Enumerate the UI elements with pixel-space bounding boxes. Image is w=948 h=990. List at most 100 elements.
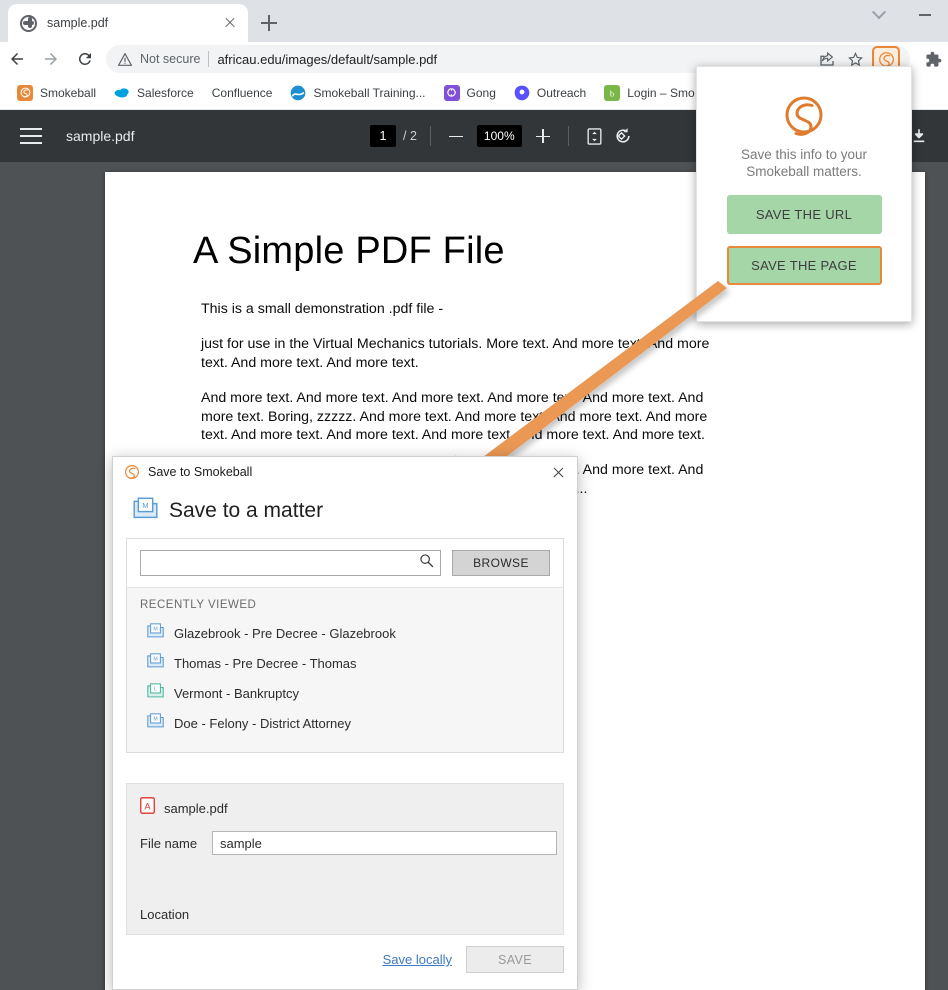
chevron-down-icon[interactable] — [856, 0, 902, 30]
bookmark-label: Confluence — [212, 86, 273, 100]
bookmark-label: Salesforce — [137, 86, 194, 100]
total-pages: 2 — [410, 129, 417, 143]
divider — [430, 126, 431, 146]
bookmark-label: Login – Smo — [627, 86, 694, 100]
svg-text:L: L — [154, 687, 157, 693]
matter-folder-icon: M — [147, 653, 164, 673]
list-item[interactable]: M Glazebrook - Pre Decree - Glazebrook — [127, 618, 563, 648]
dialog-heading-text: Save to a matter — [169, 499, 323, 523]
page-separator: / — [403, 129, 406, 143]
bookmark-outreach[interactable]: Outreach — [505, 80, 595, 106]
matter-folder-icon: M — [147, 713, 164, 733]
plus-icon[interactable] — [531, 124, 555, 148]
browser-tab-strip: sample.pdf — [0, 0, 948, 42]
arrow-left-icon[interactable] — [0, 42, 34, 76]
bookmark-label: Smokeball Training... — [313, 86, 425, 100]
search-input[interactable] — [149, 555, 419, 571]
save-the-page-button[interactable]: SAVE THE PAGE — [727, 246, 882, 285]
list-item[interactable]: L Vermont - Bankruptcy — [127, 678, 563, 708]
save-to-smokeball-dialog: Save to Smokeball M Save to a matter — [112, 456, 578, 990]
rotate-icon[interactable] — [608, 123, 638, 149]
list-item-label: Thomas - Pre Decree - Thomas — [174, 656, 357, 671]
gong-icon — [444, 85, 460, 101]
save-locally-link[interactable]: Save locally — [383, 952, 452, 967]
save-the-url-button[interactable]: SAVE THE URL — [727, 195, 882, 234]
warning-triangle-icon — [118, 53, 132, 66]
divider — [568, 126, 569, 146]
url-text: africau.edu/images/default/sample.pdf — [217, 52, 437, 67]
file-name-text: sample.pdf — [164, 801, 228, 816]
smokeball-icon — [124, 464, 140, 480]
zoom-level[interactable]: 100% — [477, 125, 522, 147]
minimize-icon[interactable] — [902, 0, 948, 30]
svg-text:M: M — [153, 627, 157, 633]
bookmark-label: Gong — [467, 86, 496, 100]
outreach-icon — [514, 85, 530, 101]
recently-viewed-section: RECENTLY VIEWED M Glazebrook - Pre Decre… — [127, 587, 563, 752]
matter-folder-icon: M — [133, 497, 158, 524]
pdf-file-name: sample.pdf — [66, 128, 134, 144]
recently-viewed-label: RECENTLY VIEWED — [127, 599, 563, 611]
svg-text:A: A — [144, 801, 151, 811]
dialog-title: Save to Smokeball — [148, 465, 252, 479]
browser-tab[interactable]: sample.pdf — [8, 4, 248, 42]
close-icon[interactable] — [220, 13, 240, 33]
bookmark-label: Outreach — [537, 86, 586, 100]
matter-search-field[interactable] — [140, 550, 441, 576]
dialog-footer: Save locally SAVE — [113, 946, 577, 989]
confluence-icon — [290, 85, 306, 101]
svg-text:M: M — [142, 501, 148, 510]
smokeball-extension-popup: Save this info to your Smokeball matters… — [696, 66, 912, 322]
save-button[interactable]: SAVE — [466, 946, 564, 973]
matter-picker-panel: BROWSE RECENTLY VIEWED M Glazebrook - Pr… — [126, 538, 564, 753]
security-status: Not secure — [140, 52, 200, 66]
smokeball-icon — [17, 85, 33, 101]
matter-folder-icon: M — [147, 623, 164, 643]
pdf-paragraph: just for use in the Virtual Mechanics tu… — [201, 335, 731, 373]
page-count: / 2 — [403, 129, 417, 143]
pdf-paragraph: This is a small demonstration .pdf file … — [201, 300, 731, 319]
bookmark-confluence[interactable]: Confluence — [203, 80, 282, 106]
bookmark-label: Smokeball — [40, 86, 96, 100]
divider — [208, 51, 209, 67]
salesforce-cloud-icon — [114, 85, 130, 101]
fit-to-page-icon[interactable] — [582, 123, 608, 149]
list-item-label: Doe - Felony - District Attorney — [174, 716, 351, 731]
file-name-label: File name — [140, 836, 212, 851]
file-name-row: File name — [127, 819, 563, 855]
matter-search-row: BROWSE — [127, 539, 563, 587]
reload-icon[interactable] — [68, 42, 102, 76]
pdf-paragraph: And more text. And more text. And more t… — [201, 389, 731, 446]
file-details-panel: A sample.pdf File name Location — [126, 783, 564, 935]
extensions-puzzle-icon[interactable] — [918, 42, 948, 76]
list-item-label: Glazebrook - Pre Decree - Glazebrook — [174, 626, 396, 641]
list-item[interactable]: M Doe - Felony - District Attorney — [127, 708, 563, 738]
minus-icon[interactable] — [444, 124, 468, 148]
bitly-icon: b — [604, 85, 620, 101]
close-icon[interactable] — [543, 459, 573, 485]
search-icon[interactable] — [419, 553, 434, 573]
bookmark-login-smokeball[interactable]: b Login – Smo — [595, 80, 703, 106]
svg-text:M: M — [153, 657, 157, 663]
pdf-file-icon: A — [140, 797, 155, 819]
popup-message: Save this info to your Smokeball matters… — [714, 147, 894, 181]
hamburger-menu-icon[interactable] — [20, 128, 42, 144]
bookmark-smokeball-training[interactable]: Smokeball Training... — [281, 80, 434, 106]
list-item[interactable]: M Thomas - Pre Decree - Thomas — [127, 648, 563, 678]
dialog-titlebar: Save to Smokeball — [113, 457, 577, 487]
bookmark-smokeball[interactable]: Smokeball — [8, 80, 105, 106]
browse-button[interactable]: BROWSE — [452, 550, 550, 576]
lead-folder-icon: L — [147, 683, 164, 703]
bookmark-gong[interactable]: Gong — [435, 80, 505, 106]
page-number-input[interactable]: 1 — [370, 125, 396, 147]
arrow-right-icon[interactable] — [34, 42, 68, 76]
globe-icon — [20, 15, 37, 32]
location-label: Location — [140, 907, 189, 922]
plus-icon[interactable] — [255, 9, 283, 37]
bookmark-salesforce[interactable]: Salesforce — [105, 80, 203, 106]
file-row: A sample.pdf — [127, 784, 563, 819]
list-item-label: Vermont - Bankruptcy — [174, 686, 299, 701]
tab-title: sample.pdf — [47, 16, 210, 30]
file-name-input[interactable] — [212, 831, 557, 855]
window-controls — [856, 0, 948, 42]
